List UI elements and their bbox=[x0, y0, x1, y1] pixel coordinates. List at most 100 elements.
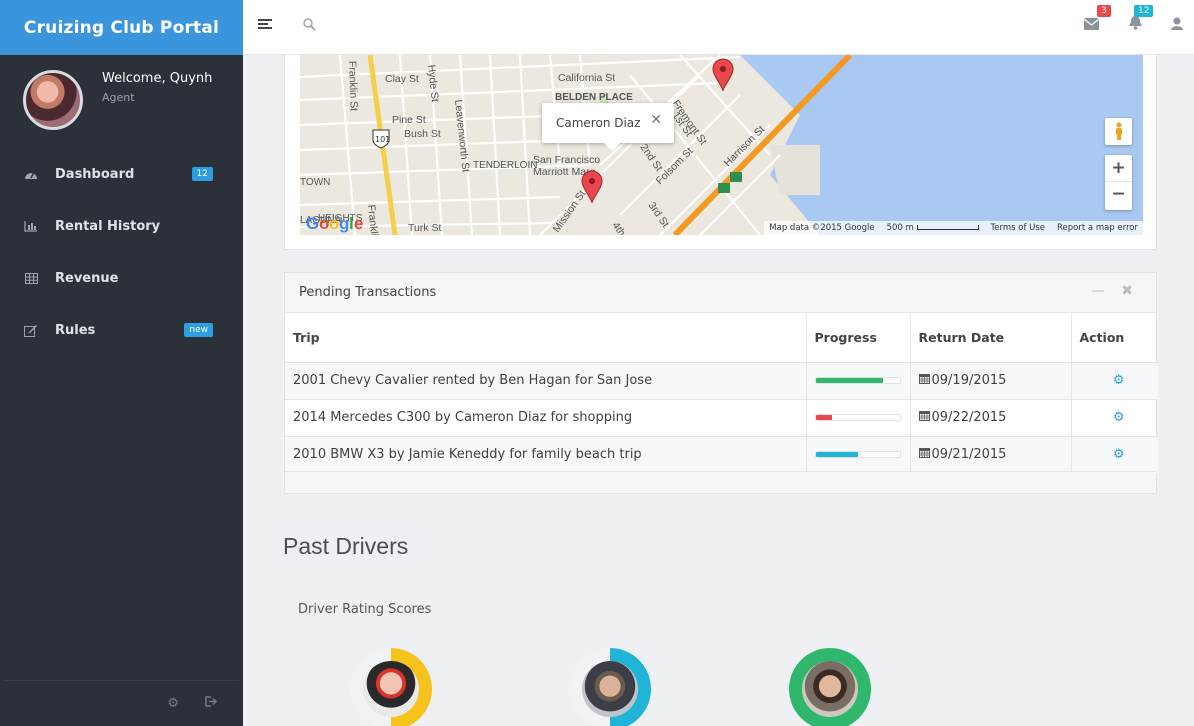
terms-link[interactable]: Terms of Use bbox=[991, 223, 1046, 233]
progress-cell bbox=[806, 362, 911, 400]
progress-bar bbox=[814, 414, 901, 421]
svg-text:Clay St: Clay St bbox=[385, 73, 419, 85]
calendar-icon bbox=[918, 410, 930, 424]
logout-icon[interactable] bbox=[205, 696, 218, 711]
sidebar-item-label: Rules bbox=[55, 322, 96, 338]
dashboard-badge: 12 bbox=[191, 167, 213, 181]
progress-fill bbox=[815, 378, 883, 383]
report-error-link[interactable]: Report a map error bbox=[1057, 223, 1138, 233]
action-cell: ⚙ bbox=[1071, 436, 1159, 474]
popup-text: Cameron Diaz bbox=[556, 116, 641, 130]
gear-icon[interactable]: ⚙ bbox=[1080, 373, 1159, 388]
svg-text:e: e bbox=[354, 214, 363, 233]
return-date: 09/19/2015 bbox=[931, 373, 1007, 388]
svg-text:2nd St: 2nd St bbox=[638, 142, 665, 174]
edit-icon bbox=[23, 322, 39, 338]
gear-icon[interactable]: ⚙ bbox=[1080, 447, 1159, 462]
bell-icon[interactable] bbox=[1129, 16, 1142, 34]
user-role: Agent bbox=[102, 91, 135, 104]
street-view-icon[interactable] bbox=[1105, 118, 1132, 145]
table-row[interactable]: 2014 Mercedes C300 by Cameron Diaz for s… bbox=[285, 399, 1159, 437]
app-title[interactable]: Cruizing Club Portal bbox=[0, 0, 243, 55]
sidebar-nav: Dashboard 12 Rental History Revenue Rule… bbox=[0, 148, 243, 356]
notification-badge: 12 bbox=[1134, 5, 1154, 17]
sidebar-item-label: Revenue bbox=[55, 270, 119, 286]
svg-text:TOWN: TOWN bbox=[300, 177, 330, 188]
avatar[interactable] bbox=[23, 70, 83, 130]
action-cell: ⚙ bbox=[1071, 362, 1159, 400]
table-row[interactable]: 2001 Chevy Cavalier rented by Ben Hagan … bbox=[285, 362, 1159, 400]
svg-text:Mission St: Mission St bbox=[551, 188, 589, 235]
sidebar: Cruizing Club Portal Welcome, Quynh Agen… bbox=[0, 0, 243, 726]
column-header: Trip bbox=[285, 313, 807, 363]
svg-text:Franklin St: Franklin St bbox=[346, 61, 360, 112]
welcome-text: Welcome, Quynh bbox=[102, 71, 213, 86]
progress-fill bbox=[815, 415, 833, 420]
trip-cell: 2010 BMW X3 by Jamie Keneddy for family … bbox=[285, 436, 807, 474]
driver-avatar bbox=[363, 661, 419, 717]
zoom-out-button[interactable]: − bbox=[1105, 182, 1132, 209]
svg-text:o: o bbox=[329, 214, 339, 233]
table-icon bbox=[23, 270, 39, 286]
return-date-cell: 09/19/2015 bbox=[910, 362, 1072, 400]
progress-cell bbox=[806, 436, 911, 474]
search-icon[interactable] bbox=[303, 18, 316, 35]
user-profile: Welcome, Quynh Agent bbox=[23, 70, 212, 130]
table-row[interactable]: 2010 BMW X3 by Jamie Keneddy for family … bbox=[285, 436, 1159, 474]
zoom-control: + − bbox=[1105, 155, 1132, 210]
svg-text:101: 101 bbox=[375, 135, 390, 144]
sidebar-item-revenue[interactable]: Revenue bbox=[0, 252, 243, 304]
section-title: Past Drivers bbox=[283, 533, 409, 559]
sidebar-item-dashboard[interactable]: Dashboard 12 bbox=[0, 148, 243, 200]
scale-bar: 500 m bbox=[887, 223, 979, 233]
svg-text:San Francisco: San Francisco bbox=[533, 154, 600, 166]
svg-text:o: o bbox=[319, 214, 329, 233]
map-data-text: Map data ©2015 Google bbox=[769, 223, 875, 233]
driver-rating[interactable] bbox=[789, 648, 871, 726]
calendar-icon bbox=[918, 373, 930, 387]
svg-text:BELDEN PLACE: BELDEN PLACE bbox=[555, 92, 633, 103]
panel-title: Pending Transactions bbox=[299, 285, 437, 300]
driver-rating[interactable] bbox=[350, 648, 432, 726]
action-cell: ⚙ bbox=[1071, 399, 1159, 437]
transactions-table: Trip Progress Return Date Action 2001 Ch… bbox=[285, 313, 1158, 474]
top-bar: 3 12 bbox=[243, 0, 1194, 55]
driver-rating[interactable] bbox=[569, 648, 651, 726]
gear-icon[interactable]: ⚙ bbox=[1080, 410, 1159, 425]
dashboard-icon bbox=[23, 166, 39, 182]
pending-transactions-panel: Pending Transactions — ✖ Trip Progress R… bbox=[284, 272, 1158, 494]
progress-bar bbox=[814, 377, 901, 384]
sidebar-item-rules[interactable]: Rules new bbox=[0, 304, 243, 356]
svg-text:4th St: 4th St bbox=[610, 220, 636, 235]
close-icon[interactable]: ✖ bbox=[1121, 283, 1133, 299]
driver-avatar bbox=[802, 661, 858, 717]
user-icon[interactable] bbox=[1171, 16, 1183, 34]
collapse-icon[interactable]: — bbox=[1091, 283, 1105, 299]
map-attribution: Map data ©2015 Google 500 m Terms of Use… bbox=[764, 221, 1143, 235]
column-header: Action bbox=[1071, 313, 1158, 363]
map-view[interactable]: CHINATOWN Clay St California St BELDEN P… bbox=[300, 55, 1143, 235]
calendar-icon bbox=[918, 447, 930, 461]
return-date: 09/21/2015 bbox=[931, 447, 1007, 462]
svg-text:Leavenworth St: Leavenworth St bbox=[452, 99, 472, 173]
column-header: Return Date bbox=[910, 313, 1072, 363]
menu-toggle-icon[interactable] bbox=[258, 19, 272, 31]
svg-text:TENDERLOIN: TENDERLOIN bbox=[473, 160, 537, 171]
progress-cell bbox=[806, 399, 911, 437]
trip-cell: 2001 Chevy Cavalier rented by Ben Hagan … bbox=[285, 362, 807, 400]
svg-text:Turk St: Turk St bbox=[408, 222, 442, 234]
svg-text:Hyde St: Hyde St bbox=[425, 64, 441, 102]
zoom-in-button[interactable]: + bbox=[1105, 155, 1132, 182]
return-date-cell: 09/22/2015 bbox=[910, 399, 1072, 437]
close-icon[interactable]: ✕ bbox=[650, 112, 662, 128]
svg-text:G: G bbox=[306, 214, 319, 233]
sidebar-item-rental-history[interactable]: Rental History bbox=[0, 200, 243, 252]
map-panel: CHINATOWN Clay St California St BELDEN P… bbox=[284, 55, 1157, 250]
return-date: 09/22/2015 bbox=[931, 410, 1007, 425]
settings-icon[interactable]: ⚙ bbox=[167, 696, 179, 711]
mail-icon[interactable] bbox=[1083, 16, 1100, 34]
svg-text:California St: California St bbox=[558, 72, 615, 84]
sidebar-item-label: Rental History bbox=[55, 218, 161, 234]
mail-badge: 3 bbox=[1097, 5, 1111, 17]
panel-footer bbox=[285, 471, 1156, 493]
